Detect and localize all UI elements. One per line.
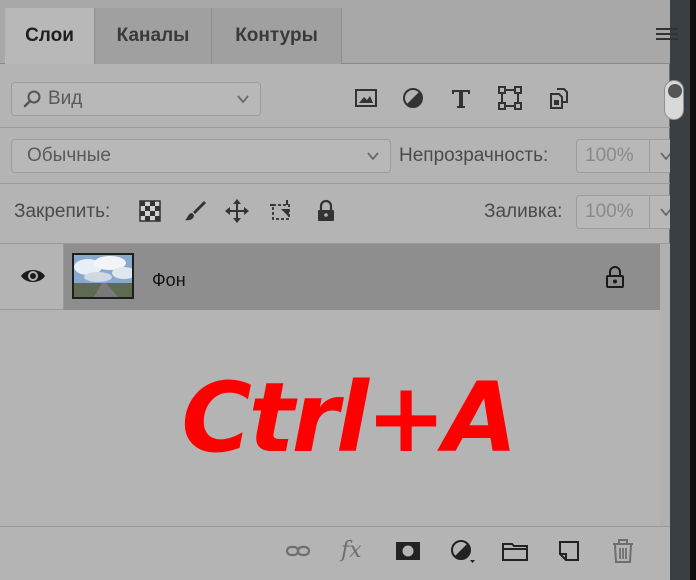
blend-mode-value: Обычные (27, 145, 111, 166)
shape-filter-icon[interactable] (498, 86, 522, 110)
fill-field[interactable]: 100% (576, 195, 681, 229)
trash-icon[interactable] (610, 538, 636, 564)
visibility-toggle[interactable] (0, 244, 64, 310)
adjustment-filter-icon[interactable] (401, 86, 425, 110)
lock-label: Закрепить: (14, 201, 111, 222)
link-icon[interactable] (285, 538, 311, 564)
adjustment-layer-icon[interactable] (449, 538, 475, 564)
eye-icon (21, 270, 45, 282)
filter-toggle-switch[interactable] (664, 80, 684, 120)
new-layer-icon[interactable] (556, 538, 582, 564)
panel-tabbar: Слои Каналы Контуры (0, 0, 670, 64)
blend-mode-dropdown[interactable]: Обычные (11, 139, 391, 173)
tab-layers[interactable]: Слои (5, 8, 95, 64)
lock-position-icon[interactable] (225, 199, 249, 223)
mask-icon[interactable] (395, 538, 421, 564)
fill-label: Заливка: (484, 201, 563, 222)
type-filter-icon[interactable] (449, 86, 473, 110)
chevron-down-icon (367, 152, 379, 161)
filter-kind-label: Вид (48, 88, 83, 109)
filter-kind-dropdown[interactable]: Вид (11, 82, 261, 116)
lock-image-icon[interactable] (183, 199, 207, 223)
fx-icon[interactable]: fx (341, 538, 362, 563)
smart-object-filter-icon[interactable] (547, 86, 571, 110)
layers-panel: Слои Каналы Контуры Вид Обычные 100% Неп… (0, 0, 681, 580)
layer-lock-icon (606, 266, 624, 288)
landscape-thumbnail-icon (74, 255, 132, 297)
panel-menu-icon[interactable] (656, 28, 678, 42)
layer-selected-area[interactable]: Фон (64, 244, 660, 310)
fill-value: 100% (585, 201, 634, 222)
lock-artboard-icon[interactable] (269, 199, 293, 223)
opacity-label: Непрозрачность: (399, 145, 549, 166)
image-filter-icon[interactable] (354, 86, 378, 110)
shortcut-overlay-text: Ctrl+A (181, 362, 517, 474)
layer-name: Фон (152, 270, 186, 290)
opacity-field[interactable]: 100% (576, 139, 681, 173)
lock-all-icon[interactable] (314, 199, 338, 223)
search-icon (23, 90, 41, 108)
opacity-value: 100% (585, 145, 634, 166)
tab-paths[interactable]: Контуры (212, 8, 342, 64)
blend-row: Обычные 100% (0, 128, 681, 184)
layer-row[interactable]: Фон (0, 244, 670, 310)
tab-channels[interactable]: Каналы (95, 8, 212, 64)
layer-thumbnail[interactable] (72, 253, 134, 299)
chevron-down-icon (237, 95, 249, 104)
group-folder-icon[interactable] (502, 538, 528, 564)
lock-transparent-icon[interactable] (138, 199, 162, 223)
